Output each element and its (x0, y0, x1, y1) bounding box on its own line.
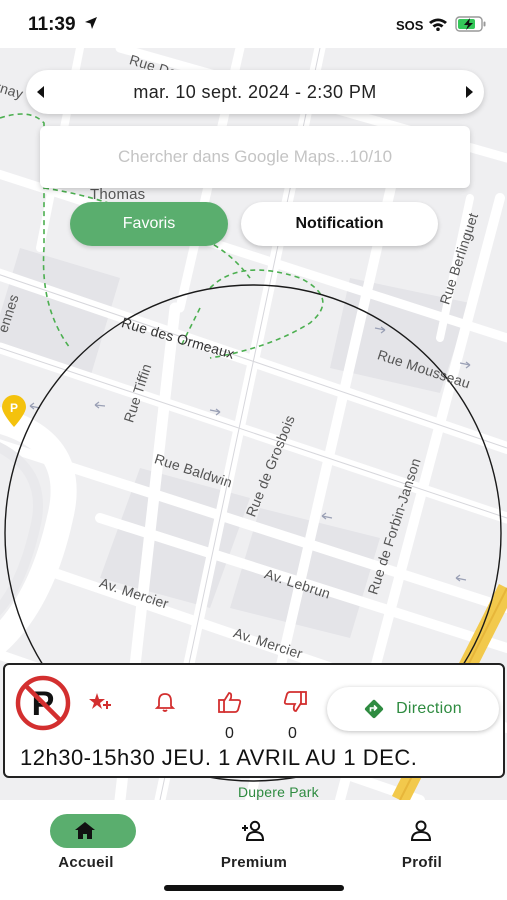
star-plus-icon[interactable] (85, 687, 115, 717)
nav-label: Premium (220, 854, 288, 871)
svg-text:P: P (10, 401, 18, 415)
wifi-icon (428, 17, 448, 36)
user-icon (410, 820, 432, 841)
schedule-text: 12h30-15h30 JEU. 1 AVRIL AU 1 DEC. (20, 745, 418, 770)
favoris-button[interactable]: Favoris (70, 202, 228, 246)
direction-label: Direction (396, 700, 462, 717)
likes-count: 0 (225, 725, 234, 742)
nav-item-profil[interactable]: Profil (362, 812, 482, 882)
status-time: 11:39 (28, 14, 76, 35)
nav-label: Accueil (58, 854, 114, 871)
status-bar: 11:39 SOS (0, 0, 507, 48)
no-parking-icon: P (15, 675, 71, 731)
place-label: Thomas (90, 186, 146, 203)
add-user-icon (242, 820, 265, 841)
battery-charging-icon (455, 16, 487, 37)
sos-indicator: SOS (396, 18, 424, 33)
nav-item-premium[interactable]: Premium (194, 812, 314, 882)
dislikes-count: 0 (288, 725, 297, 742)
thumbs-up-icon[interactable] (215, 687, 245, 717)
nav-item-accueil[interactable]: Accueil (26, 812, 146, 882)
direction-button[interactable]: Direction (327, 687, 499, 731)
home-icon (75, 822, 95, 839)
location-arrow-icon (84, 16, 98, 35)
search-box[interactable] (40, 126, 470, 188)
date-time-value[interactable]: mar. 10 sept. 2024 - 2:30 PM (26, 82, 484, 103)
thumbs-down-icon[interactable] (280, 687, 310, 717)
nav-label: Profil (401, 854, 443, 871)
park-label: Dupere Park (238, 784, 319, 800)
search-input[interactable] (40, 126, 470, 188)
direction-icon (365, 699, 384, 719)
parking-marker[interactable]: P (0, 394, 28, 428)
notification-button[interactable]: Notification (241, 202, 438, 246)
triangle-right-icon[interactable] (454, 70, 484, 114)
home-indicator (164, 885, 344, 891)
parking-info-panel: P 0 0 Direction 12h30-15h3 (3, 663, 505, 778)
bell-icon[interactable] (150, 687, 180, 717)
date-selector[interactable]: mar. 10 sept. 2024 - 2:30 PM (26, 70, 484, 114)
